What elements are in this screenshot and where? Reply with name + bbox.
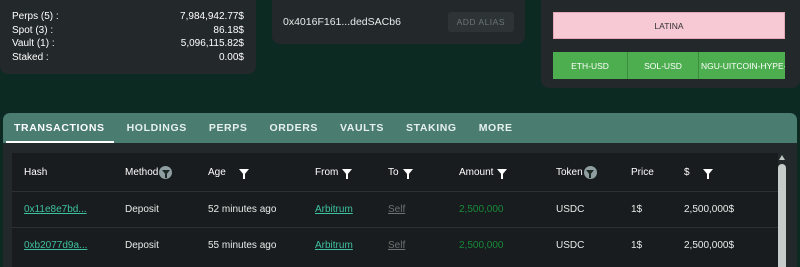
balance-value: 7,984,942.77$	[180, 11, 244, 22]
balance-label: Staked :	[12, 51, 49, 63]
balance-row-staked: Staked : 0.00$	[12, 51, 244, 65]
tag-latina[interactable]: LATINA	[553, 12, 785, 39]
header-method: Method	[125, 165, 173, 179]
tags-card: LATINA ETH-USD SOL-USD NGU-UITCOIN-HYPE-…	[541, 0, 800, 88]
tx-from-link[interactable]: Arbitrum	[315, 204, 353, 215]
balance-row-vault: Vault (1) : 5,096,115.82$	[12, 37, 244, 51]
activity-panel: TRANSACTIONS HOLDINGS PERPS ORDERS VAULT…	[3, 113, 797, 267]
header-label: Hash	[24, 166, 48, 178]
tx-from-link[interactable]: Arbitrum	[315, 240, 353, 251]
header-label: Price	[631, 166, 654, 178]
transactions-table: Hash Method Age From To Amount Token Pri…	[12, 153, 778, 267]
add-alias-button[interactable]: ADD ALIAS	[447, 12, 514, 32]
tx-usd-value: 2,500,000$	[684, 240, 735, 251]
header-price: Price	[631, 167, 654, 178]
header-label: Method	[125, 166, 159, 178]
tx-hash-link[interactable]: 0x11e8e7bd...	[24, 204, 87, 215]
wallet-address: 0x4016F161...dedSACb6	[283, 16, 401, 28]
header-label: Token	[556, 166, 583, 178]
header-label: From	[315, 166, 339, 178]
header-label: $	[684, 166, 690, 178]
address-card: 0x4016F161...dedSACb6 ADD ALIAS	[272, 0, 525, 44]
tx-age: 52 minutes ago	[208, 204, 277, 215]
pair-tags: ETH-USD SOL-USD NGU-UITCOIN-HYPE-US	[553, 52, 785, 79]
scrollbar-thumb[interactable]	[778, 164, 786, 267]
filter-icon[interactable]	[497, 169, 508, 179]
tab-bar: TRANSACTIONS HOLDINGS PERPS ORDERS VAULT…	[3, 113, 797, 143]
filter-icon[interactable]	[402, 169, 413, 179]
balance-row-spot: Spot (3) : 86.18$	[12, 24, 244, 38]
header-to: To	[388, 166, 413, 179]
table-row: 0x11e8e7bd... Deposit 52 minutes ago Arb…	[12, 191, 778, 227]
pair-tag[interactable]: SOL-USD	[628, 52, 699, 79]
tab-staking[interactable]: STAKING	[406, 113, 457, 143]
tx-token: USDC	[556, 240, 585, 251]
tab-transactions[interactable]: TRANSACTIONS	[6, 113, 114, 143]
tx-to-link[interactable]: Self	[388, 240, 405, 251]
filter-icon[interactable]	[342, 169, 353, 179]
header-usd: $	[684, 166, 713, 179]
tx-usd-value: 2,500,000$	[684, 204, 735, 215]
filter-icon[interactable]	[238, 169, 249, 179]
scroll-up-arrow-icon[interactable]	[779, 155, 785, 160]
tx-method: Deposit	[125, 240, 159, 251]
tx-to-link[interactable]: Self	[388, 204, 405, 215]
table-header: Hash Method Age From To Amount Token Pri…	[12, 153, 778, 191]
balance-value: 86.18$	[213, 24, 244, 36]
tx-amount: 2,500,000	[459, 204, 504, 215]
tx-age: 55 minutes ago	[208, 240, 277, 251]
header-token: Token	[556, 165, 597, 179]
tx-method: Deposit	[125, 204, 159, 215]
filter-icon[interactable]	[702, 169, 713, 179]
tx-price: 1$	[631, 204, 643, 215]
balance-value: 5,096,115.82$	[180, 38, 244, 49]
tx-price: 1$	[631, 240, 643, 251]
tab-holdings[interactable]: HOLDINGS	[127, 113, 187, 143]
balance-label: Perps (5) :	[12, 11, 59, 22]
tx-hash-link[interactable]: 0xb2077d9a...	[24, 240, 87, 251]
filter-icon[interactable]	[583, 165, 597, 179]
header-hash: Hash	[24, 167, 47, 178]
header-age: Age	[208, 166, 249, 179]
header-label: Amount	[459, 166, 494, 178]
header-label: Age	[208, 166, 226, 178]
pair-tag[interactable]: ETH-USD	[553, 52, 628, 79]
table-row: 0xb2077d9a... Deposit 55 minutes ago Arb…	[12, 227, 778, 263]
balances-card: Perps (5) : 7,984,942.77$ Spot (3) : 86.…	[0, 0, 256, 74]
balance-label: Vault (1) :	[12, 38, 55, 49]
balance-label: Spot (3) :	[12, 24, 54, 36]
balance-value: 0.00$	[218, 51, 244, 63]
balance-row-perps: Perps (5) : 7,984,942.77$	[12, 10, 244, 24]
header-amount: Amount	[459, 166, 508, 179]
header-from: From	[315, 166, 353, 179]
header-label: To	[388, 166, 399, 178]
pair-tag[interactable]: NGU-UITCOIN-HYPE-US	[699, 52, 785, 79]
tab-perps[interactable]: PERPS	[209, 113, 248, 143]
tx-token: USDC	[556, 204, 585, 215]
tab-vaults[interactable]: VAULTS	[340, 113, 384, 143]
tab-more[interactable]: MORE	[479, 113, 513, 143]
tx-amount: 2,500,000	[459, 240, 504, 251]
table-scrollbar[interactable]	[777, 155, 788, 267]
tab-orders[interactable]: ORDERS	[269, 113, 318, 143]
filter-icon[interactable]	[159, 165, 173, 179]
